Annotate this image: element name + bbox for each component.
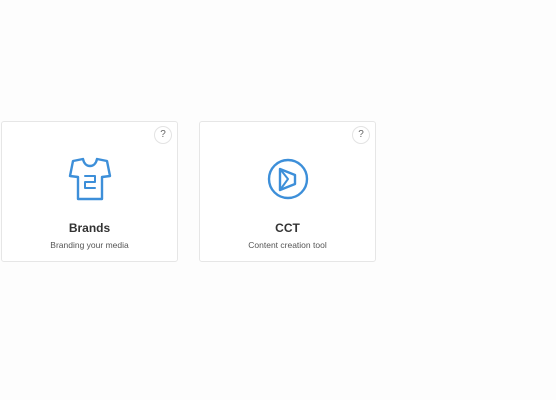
cct-logo-icon [266, 155, 310, 203]
cct-title: CCT [275, 221, 300, 235]
brands-title: Brands [68, 221, 111, 235]
tshirt-icon [68, 155, 112, 203]
cct-card[interactable]: ? CCT Content creation tool [199, 121, 376, 262]
brands-help-button[interactable]: ? [154, 126, 172, 144]
app-page: ? Brands Branding your media ? CCT Conte… [0, 0, 556, 400]
cct-description: Content creation tool [248, 240, 327, 250]
brands-description: Branding your media [50, 240, 129, 250]
cct-help-button[interactable]: ? [352, 126, 370, 144]
brands-card[interactable]: ? Brands Branding your media [1, 121, 178, 262]
